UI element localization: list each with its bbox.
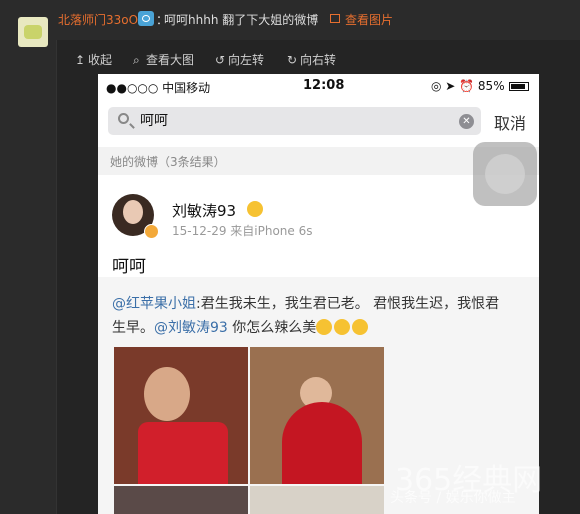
cancel-button[interactable]: 取消	[494, 110, 526, 134]
collapse-icon: ↥	[75, 53, 86, 67]
search-input[interactable]	[140, 112, 440, 128]
photo-thumbnail[interactable]	[250, 486, 384, 514]
mention-link[interactable]: @红苹果小姐	[112, 296, 196, 312]
rotate-left-button[interactable]: ↺ 向左转	[215, 51, 264, 68]
search-bar[interactable]: ✕	[108, 107, 481, 135]
view-large-label: 查看大图	[146, 53, 195, 67]
photo-thumbnail[interactable]	[114, 347, 248, 484]
emoji-icon	[316, 319, 333, 335]
weibo-meta: 15-12-29 来自iPhone 6s	[172, 224, 313, 238]
view-picture-link[interactable]: 查看图片	[345, 11, 393, 28]
camera-icon	[138, 11, 154, 26]
battery-percent: 85%	[477, 79, 505, 93]
view-large-button[interactable]: ⌕ 查看大图	[133, 51, 194, 68]
post-message: 呵呵hhhh 翻了下大姐的微博	[164, 13, 319, 27]
clock: 12:08	[303, 78, 345, 93]
clear-icon[interactable]: ✕	[459, 114, 474, 129]
phone-screenshot: ●●○○○ 中国移动 12:08 ◎ ➤ ⏰ 85% ✕ 取消 她的微博（3条结…	[98, 74, 539, 514]
section-label: 她的微博（3条结果）	[110, 155, 226, 169]
search-icon	[118, 113, 129, 124]
picture-icon	[330, 14, 340, 23]
post-author[interactable]: 北落师门33oO	[58, 11, 138, 28]
rotate-left-icon: ↺	[215, 53, 226, 67]
mention-link-2[interactable]: @刘敏涛93	[154, 320, 228, 336]
collapse-label: 收起	[88, 53, 113, 67]
carrier: ●●○○○ 中国移动	[106, 81, 211, 95]
collapse-button[interactable]: ↥ 收起	[75, 51, 112, 68]
rotate-right-label: 向右转	[300, 53, 337, 67]
emoji-icon	[334, 319, 351, 335]
repost-text: @红苹果小姐:君生我未生，我生君已老。 君恨我生迟，我恨君生早。@刘敏涛93 你…	[112, 292, 512, 340]
weibo-text: 呵呵	[112, 257, 146, 277]
user-avatar[interactable]	[18, 17, 48, 47]
status-icons: ◎ ➤ ⏰ 85%	[431, 79, 505, 93]
verified-badge-icon	[144, 224, 159, 239]
emoji-icon	[247, 201, 263, 217]
weibo-username[interactable]: 刘敏涛93	[172, 200, 236, 221]
watermark-sub: 头条号 / 娱乐你做主	[390, 490, 516, 506]
status-bar: ●●○○○ 中国移动 12:08 ◎ ➤ ⏰ 85%	[98, 74, 539, 100]
emoji-icon	[352, 319, 369, 335]
zoom-icon: ⌕	[133, 53, 140, 67]
rotate-right-icon: ↻	[287, 53, 298, 67]
photo-thumbnail[interactable]	[114, 486, 248, 514]
repost-body-2: 你怎么辣么美	[227, 320, 317, 336]
photo-thumbnail[interactable]	[250, 347, 384, 484]
assistive-touch-icon	[473, 142, 537, 206]
battery-icon	[509, 82, 529, 91]
rotate-right-button[interactable]: ↻ 向右转	[287, 51, 336, 68]
rotate-left-label: 向左转	[228, 53, 265, 67]
